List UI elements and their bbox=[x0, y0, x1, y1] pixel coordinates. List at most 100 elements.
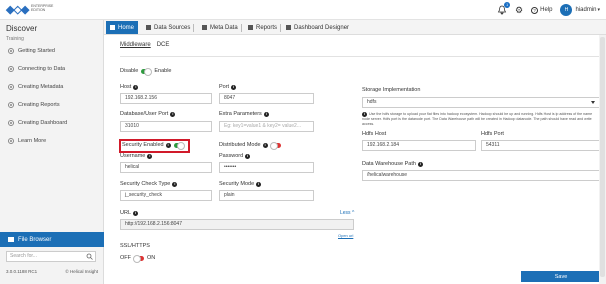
search-icon[interactable] bbox=[86, 253, 93, 260]
sidebar-item-label: Getting Started bbox=[18, 48, 55, 54]
scrollbar-thumb[interactable] bbox=[600, 37, 605, 277]
storage-note-text: Use the hdfs storage to upload your flat… bbox=[362, 112, 593, 126]
info-icon[interactable]: i bbox=[417, 161, 423, 167]
sidebar-search-input[interactable]: Search for... bbox=[6, 251, 96, 262]
info-icon[interactable]: i bbox=[133, 84, 139, 90]
tab-dashboard-designer[interactable]: Dashboard Designer bbox=[282, 21, 353, 34]
enable-toggle-row: Disable Enable bbox=[120, 67, 171, 76]
sidebar-item-label: Learn More bbox=[18, 138, 47, 144]
port-label: Port i bbox=[219, 84, 237, 90]
info-icon[interactable]: i bbox=[256, 181, 262, 187]
info-icon[interactable]: i bbox=[263, 111, 269, 117]
notification-badge: 1 bbox=[504, 2, 511, 8]
sidebar-item-label: Creating Dashboard bbox=[18, 120, 68, 126]
chevron-down-icon: ▾ bbox=[597, 7, 600, 13]
copyright-text: © Helical Insight bbox=[65, 269, 98, 274]
divider bbox=[120, 56, 604, 57]
info-icon[interactable]: i bbox=[147, 153, 153, 159]
tab-label: Dashboard Designer bbox=[294, 24, 350, 31]
dw-path-label-text: Data Warehouse Path bbox=[362, 161, 416, 167]
settings-gear-icon[interactable]: ⚙ bbox=[515, 5, 523, 16]
hdfs-host-input[interactable]: 192.168.2.184 bbox=[362, 140, 476, 151]
notification-bell-icon[interactable]: 1 bbox=[497, 2, 511, 15]
help-link[interactable]: ? Help bbox=[531, 6, 552, 14]
ssl-off-label: OFF bbox=[120, 255, 131, 261]
user-menu[interactable]: H hiadmin ▾ bbox=[560, 4, 600, 16]
sidebar-item-label: Creating Reports bbox=[18, 102, 60, 108]
dashboard-icon bbox=[286, 25, 291, 30]
ssl-on-label: ON bbox=[147, 255, 156, 261]
username-input[interactable]: helical bbox=[120, 162, 212, 173]
tab-reports[interactable]: Reports bbox=[244, 21, 282, 34]
security-check-type-label-text: Security Check Type bbox=[120, 181, 171, 187]
info-icon[interactable]: i bbox=[170, 111, 176, 117]
distributed-mode-row: Distributed Mode i bbox=[219, 141, 284, 150]
database-icon bbox=[146, 25, 151, 30]
sidebar-item-creating-reports[interactable]: Creating Reports bbox=[8, 102, 60, 108]
url-label: URL i bbox=[120, 210, 139, 216]
dw-path-label: Data Warehouse Path i bbox=[362, 161, 423, 167]
storage-note: i Use the hdfs storage to upload your fla… bbox=[362, 112, 600, 127]
info-icon[interactable]: i bbox=[172, 181, 178, 187]
enable-toggle[interactable] bbox=[141, 67, 153, 76]
open-url-link[interactable]: Open url bbox=[338, 233, 353, 238]
tab-meta-data[interactable]: Meta Data bbox=[198, 21, 242, 34]
distributed-mode-toggle[interactable] bbox=[269, 141, 281, 150]
top-bar: ◆◇◆ ENTERPRISE EDITION 1 ⚙ ? Help H hiad… bbox=[0, 0, 606, 20]
security-check-type-label: Security Check Type i bbox=[120, 181, 178, 187]
tab-data-sources[interactable]: Data Sources bbox=[142, 21, 195, 34]
hdfs-port-input[interactable]: 54311 bbox=[481, 140, 600, 151]
sidebar-item-connecting-to-data[interactable]: Connecting to Data bbox=[8, 66, 65, 72]
username-label: Username i bbox=[120, 153, 153, 159]
sidebar-subtitle: Training bbox=[6, 36, 24, 42]
info-icon[interactable]: i bbox=[245, 153, 251, 159]
save-button[interactable]: Save bbox=[521, 271, 601, 282]
security-mode-label-text: Security Mode bbox=[219, 181, 255, 187]
subtab-dce[interactable]: DCE bbox=[157, 42, 170, 48]
sidebar-item-creating-metadata[interactable]: Creating Metadata bbox=[8, 84, 63, 90]
security-mode-input[interactable]: plain bbox=[219, 190, 314, 201]
host-input[interactable]: 192.168.2.156 bbox=[120, 93, 212, 104]
help-icon: ? bbox=[531, 6, 539, 14]
hdfs-port-label: Hdfs Port bbox=[481, 131, 504, 137]
db-port-input[interactable]: 31010 bbox=[120, 121, 212, 132]
main-scrollbar[interactable] bbox=[599, 35, 606, 284]
tab-label: Meta Data bbox=[210, 24, 238, 31]
host-label-text: Host bbox=[120, 84, 132, 90]
chevron-down-icon bbox=[591, 101, 595, 104]
sidebar-item-label: Creating Metadata bbox=[18, 84, 64, 90]
version-text: 3.0.0.1188 RC1 bbox=[6, 269, 38, 274]
less-link[interactable]: Less ^ bbox=[340, 210, 354, 216]
info-icon[interactable]: i bbox=[133, 210, 139, 216]
tab-divider bbox=[240, 24, 242, 32]
info-icon[interactable]: i bbox=[262, 142, 268, 148]
subtab-middleware[interactable]: Middleware bbox=[120, 42, 151, 48]
tab-divider bbox=[193, 24, 195, 32]
ssl-toggle-row: OFF ON bbox=[120, 254, 156, 263]
security-mode-label: Security Mode i bbox=[219, 181, 262, 187]
logo-edition-text: ENTERPRISE EDITION bbox=[31, 4, 54, 12]
logo-mark-icon: ◆◇◆ bbox=[6, 4, 29, 16]
sidebar-item-creating-dashboard[interactable]: Creating Dashboard bbox=[8, 120, 67, 126]
storage-implementation-select[interactable]: hdfs bbox=[362, 97, 600, 108]
sidebar-item-getting-started[interactable]: Getting Started bbox=[8, 48, 55, 54]
security-enabled-toggle[interactable] bbox=[173, 141, 185, 150]
db-port-label-text: Database/User Port bbox=[120, 111, 169, 117]
file-browser-button[interactable]: File Browser bbox=[0, 232, 104, 247]
info-icon[interactable]: i bbox=[231, 84, 237, 90]
home-icon bbox=[110, 25, 115, 30]
ssl-toggle[interactable] bbox=[133, 254, 144, 263]
port-input[interactable]: 8047 bbox=[219, 93, 314, 104]
password-input[interactable]: ••••••• bbox=[219, 162, 314, 173]
sidebar-item-learn-more[interactable]: Learn More bbox=[8, 138, 46, 144]
tab-home[interactable]: Home bbox=[106, 21, 139, 34]
dw-path-input[interactable]: /helicalwarehouse bbox=[362, 170, 600, 181]
info-icon[interactable]: i bbox=[165, 142, 171, 148]
security-check-type-input[interactable]: j_security_check bbox=[120, 190, 212, 201]
tab-label: Reports bbox=[256, 24, 278, 31]
extra-params-input[interactable]: Eg: key1=value1 & key2= value2... bbox=[219, 121, 314, 132]
bulb-icon bbox=[8, 48, 14, 54]
distributed-mode-label: Distributed Mode bbox=[219, 142, 261, 148]
security-enabled-row: Security Enabled i bbox=[122, 141, 187, 150]
sub-tabs: Middleware DCE bbox=[120, 42, 175, 48]
